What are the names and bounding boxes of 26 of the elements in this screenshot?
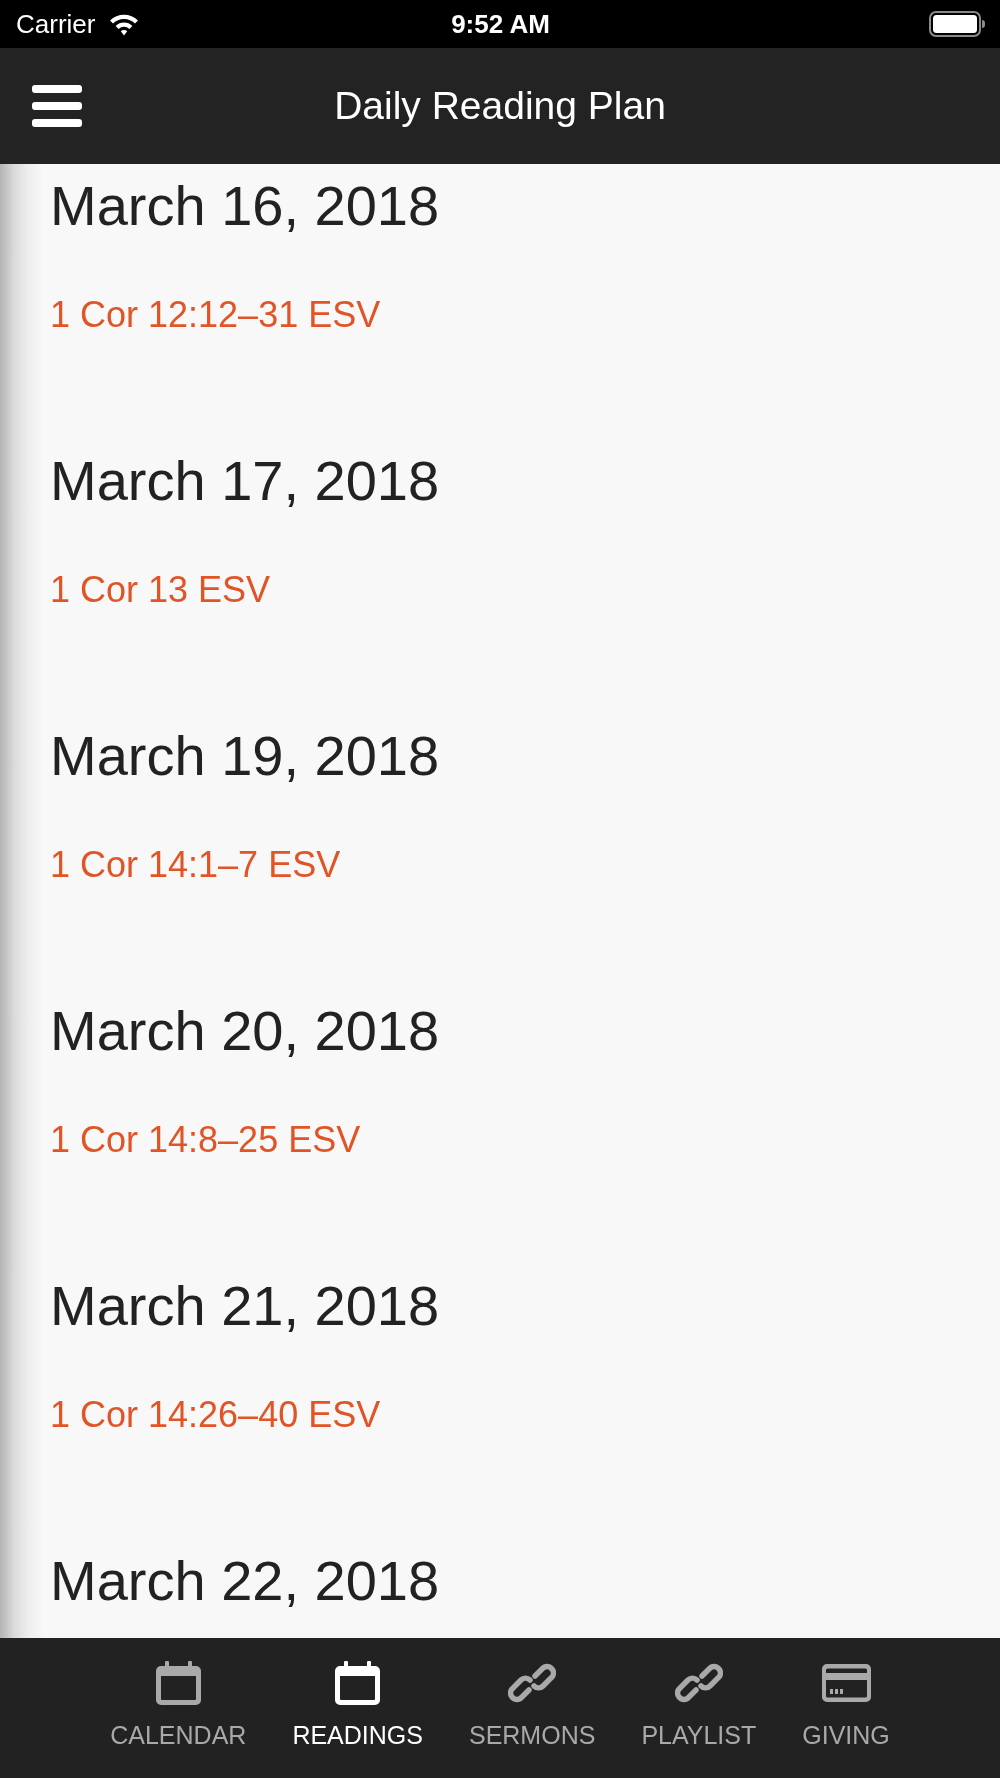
reading-date: March 22, 2018 — [50, 1548, 440, 1614]
calendar-icon — [155, 1661, 201, 1705]
scripture-link[interactable]: 1 Cor 12:12–31 ESV — [50, 293, 381, 336]
reading-date: March 17, 2018 — [50, 448, 440, 514]
tab-bar-item[interactable]: CALENDAR — [110, 1659, 247, 1749]
page-title: Daily Reading Plan — [334, 83, 666, 129]
scripture-link[interactable]: 1 Cor 13 ESV — [50, 568, 271, 611]
reading-date: March 19, 2018 — [50, 723, 440, 789]
tab-bar-item[interactable]: GIVING — [802, 1659, 890, 1749]
battery-icon — [929, 11, 985, 37]
menu-icon — [32, 85, 82, 127]
credit-card-icon — [821, 1664, 871, 1702]
status-time: 9:52 AM — [451, 9, 550, 39]
scripture-link[interactable]: 1 Cor 14:1–7 ESV — [50, 843, 341, 886]
menu-button[interactable] — [32, 85, 82, 127]
scripture-link[interactable]: 1 Cor 14:8–25 ESV — [50, 1118, 361, 1161]
carrier-name: Carrier — [16, 9, 96, 39]
calendar-icon — [335, 1661, 381, 1705]
tab-bar-item[interactable]: PLAYLIST — [641, 1659, 757, 1749]
reading-date: March 16, 2018 — [50, 173, 440, 239]
scripture-link[interactable]: 1 Cor 14:26–40 ESV — [50, 1393, 381, 1436]
wifi-icon — [109, 12, 140, 36]
reading-date: March 21, 2018 — [50, 1273, 440, 1339]
tab-bar-item[interactable]: SERMONS — [468, 1659, 596, 1749]
reading-date: March 20, 2018 — [50, 998, 440, 1064]
tab-bar-item[interactable]: READINGS — [292, 1659, 423, 1749]
